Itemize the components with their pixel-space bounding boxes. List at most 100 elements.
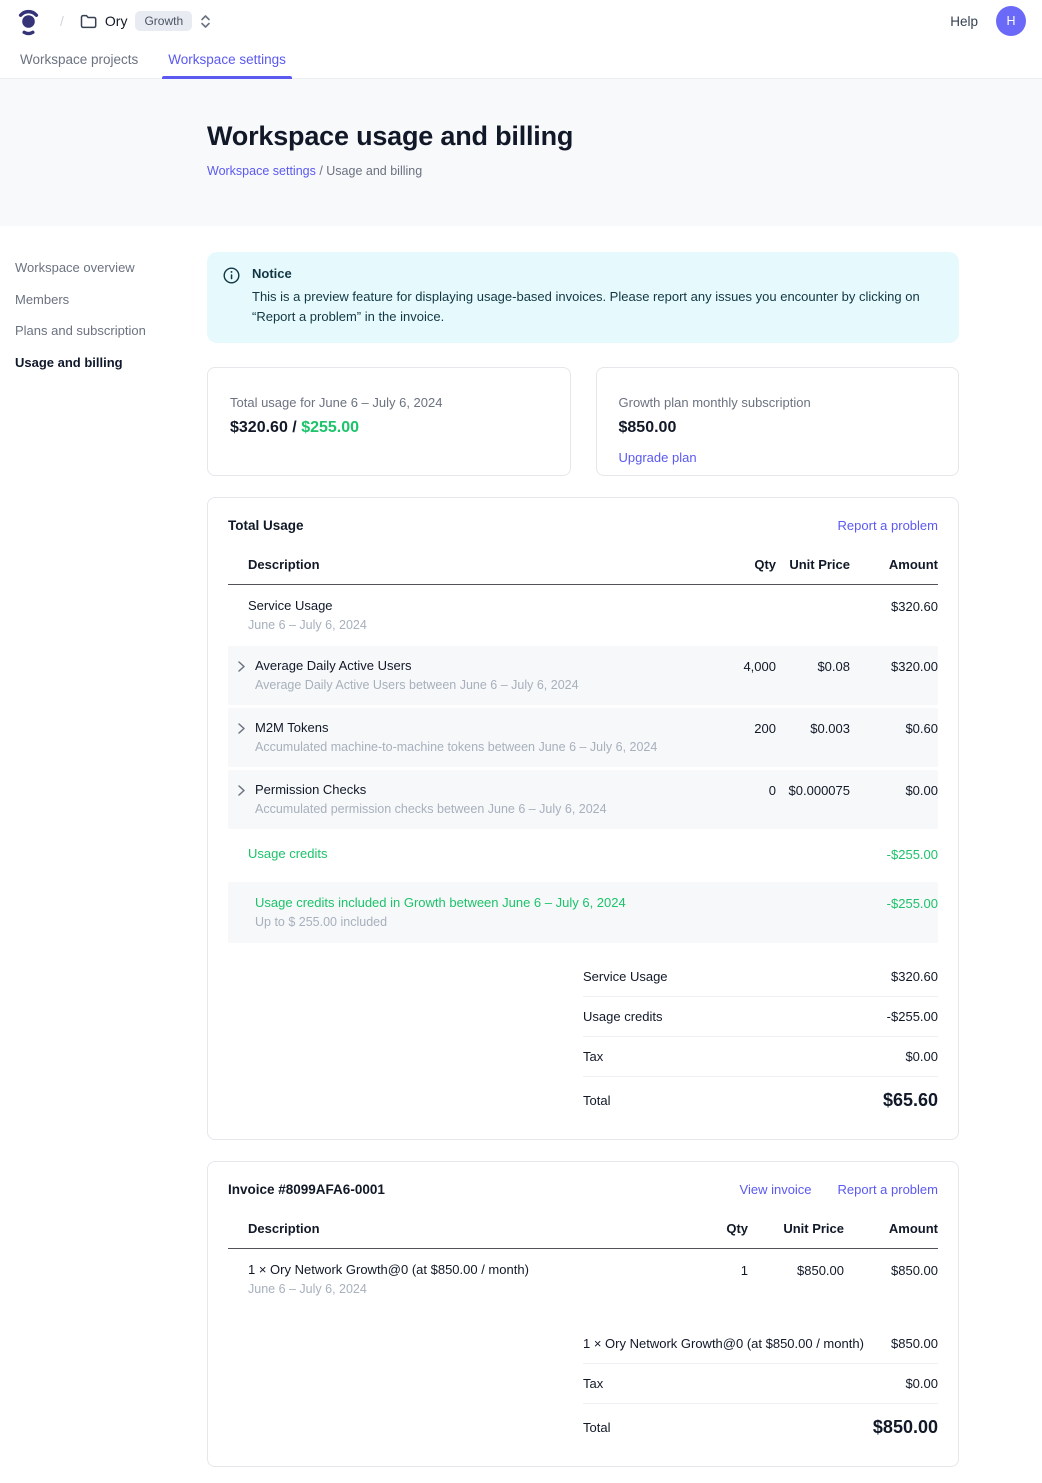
folder-icon bbox=[80, 14, 97, 29]
service-usage-row: Service Usage June 6 – July 6, 2024 $320… bbox=[228, 585, 938, 646]
summary-label: Tax bbox=[583, 1049, 603, 1064]
summary-label: Service Usage bbox=[583, 969, 668, 984]
summary-value: $0.00 bbox=[905, 1376, 938, 1391]
report-problem-link[interactable]: Report a problem bbox=[838, 1182, 938, 1197]
line-item-unit-price: $0.003 bbox=[776, 720, 850, 736]
workspace-tabs: Workspace projects Workspace settings bbox=[0, 42, 1042, 79]
chevron-right-icon bbox=[237, 784, 246, 816]
total-value: $850.00 bbox=[873, 1417, 938, 1438]
subscription-label: Growth plan monthly subscription bbox=[619, 395, 937, 410]
sidebar-item-usage-billing[interactable]: Usage and billing bbox=[15, 350, 197, 369]
col-description: Description bbox=[228, 1221, 698, 1236]
ory-logo-icon[interactable] bbox=[16, 6, 42, 36]
settings-sidebar: Workspace overview Members Plans and sub… bbox=[0, 226, 207, 1483]
summary-value: $0.00 bbox=[905, 1049, 938, 1064]
workspace-selector[interactable]: Ory Growth bbox=[80, 11, 211, 31]
invoice-summary: 1 × Ory Network Growth@0 (at $850.00 / m… bbox=[583, 1324, 938, 1442]
credits-detail-subtitle: Up to $ 255.00 included bbox=[255, 915, 850, 929]
chevron-right-icon bbox=[237, 722, 246, 754]
line-item-adau[interactable]: Average Daily Active Users Average Daily… bbox=[228, 646, 938, 705]
view-invoice-link[interactable]: View invoice bbox=[740, 1182, 812, 1197]
breadcrumb-current: / Usage and billing bbox=[316, 164, 422, 178]
total-usage-card: Total usage for June 6 – July 6, 2024 $3… bbox=[207, 367, 571, 476]
credits-detail-title: Usage credits included in Growth between… bbox=[255, 895, 850, 910]
total-usage-value: $320.60 / $255.00 bbox=[230, 419, 548, 437]
summary-label: 1 × Ory Network Growth@0 (at $850.00 / m… bbox=[583, 1336, 864, 1351]
report-problem-link[interactable]: Report a problem bbox=[838, 518, 938, 533]
table-header: Description Qty Unit Price Amount bbox=[228, 1207, 938, 1249]
invoice-card-title: Invoice #8099AFA6-0001 bbox=[228, 1182, 385, 1197]
user-avatar[interactable]: H bbox=[996, 6, 1026, 36]
usage-summary: Service Usage$320.60 Usage credits-$255.… bbox=[583, 957, 938, 1115]
summary-label: Tax bbox=[583, 1376, 603, 1391]
usage-invoice-card: Total Usage Report a problem Description… bbox=[207, 497, 959, 1140]
chevron-right-icon bbox=[237, 660, 246, 692]
notice-title: Notice bbox=[252, 266, 939, 281]
tab-workspace-projects[interactable]: Workspace projects bbox=[18, 42, 140, 78]
page-header: Workspace usage and billing Workspace se… bbox=[0, 79, 1042, 226]
row-title: 1 × Ory Network Growth@0 (at $850.00 / m… bbox=[248, 1262, 698, 1277]
plan-badge: Growth bbox=[135, 11, 192, 31]
usage-amount: $320.60 bbox=[230, 419, 288, 436]
total-usage-label: Total usage for June 6 – July 6, 2024 bbox=[230, 395, 548, 410]
selector-chevrons-icon bbox=[200, 14, 211, 29]
breadcrumb-separator: / bbox=[60, 13, 64, 29]
invoice-card: Invoice #8099AFA6-0001 View invoice Repo… bbox=[207, 1161, 959, 1467]
total-label: Total bbox=[583, 1420, 610, 1435]
row-amount: $320.60 bbox=[850, 598, 938, 614]
row-unit-price: $850.00 bbox=[748, 1262, 844, 1278]
invoice-line-row: 1 × Ory Network Growth@0 (at $850.00 / m… bbox=[228, 1249, 938, 1310]
line-item-amount: $0.00 bbox=[850, 782, 938, 798]
subscription-amount: $850.00 bbox=[619, 419, 937, 437]
total-label: Total bbox=[583, 1093, 610, 1108]
line-item-amount: $320.00 bbox=[850, 658, 938, 674]
usage-credits-row: Usage credits -$255.00 bbox=[228, 832, 938, 877]
workspace-name: Ory bbox=[105, 13, 128, 29]
summary-value: $320.60 bbox=[891, 969, 938, 984]
line-item-qty: 4,000 bbox=[680, 658, 776, 674]
notice-banner: Notice This is a preview feature for dis… bbox=[207, 252, 959, 343]
line-item-subtitle: Accumulated machine-to-machine tokens be… bbox=[255, 740, 657, 754]
page-title: Workspace usage and billing bbox=[207, 121, 1042, 152]
line-item-title: Permission Checks bbox=[255, 782, 607, 797]
summary-label: Usage credits bbox=[583, 1009, 662, 1024]
sidebar-item-plans-subscription[interactable]: Plans and subscription bbox=[15, 318, 197, 337]
line-item-title: Average Daily Active Users bbox=[255, 658, 579, 673]
row-title: Service Usage bbox=[248, 598, 680, 613]
usage-separator: / bbox=[288, 419, 301, 436]
credits-title: Usage credits bbox=[228, 846, 850, 861]
tab-workspace-settings[interactable]: Workspace settings bbox=[166, 42, 288, 78]
row-subtitle: June 6 – July 6, 2024 bbox=[248, 618, 680, 632]
col-unit-price: Unit Price bbox=[776, 557, 850, 572]
line-item-subtitle: Accumulated permission checks between Ju… bbox=[255, 802, 607, 816]
info-icon bbox=[223, 267, 240, 327]
subscription-card: Growth plan monthly subscription $850.00… bbox=[596, 367, 960, 476]
line-item-unit-price: $0.000075 bbox=[776, 782, 850, 798]
row-amount: $850.00 bbox=[844, 1262, 938, 1278]
credits-amount: -$255.00 bbox=[850, 846, 938, 862]
row-qty: 1 bbox=[698, 1262, 748, 1278]
total-value: $65.60 bbox=[883, 1090, 938, 1111]
line-item-permission-checks[interactable]: Permission Checks Accumulated permission… bbox=[228, 770, 938, 829]
sidebar-item-members[interactable]: Members bbox=[15, 287, 197, 306]
col-amount: Amount bbox=[850, 557, 938, 572]
breadcrumb-settings-link[interactable]: Workspace settings bbox=[207, 164, 316, 178]
upgrade-plan-link[interactable]: Upgrade plan bbox=[619, 450, 697, 465]
included-credit-amount: $255.00 bbox=[301, 419, 359, 436]
line-item-unit-price: $0.08 bbox=[776, 658, 850, 674]
col-description: Description bbox=[228, 557, 680, 572]
line-item-subtitle: Average Daily Active Users between June … bbox=[255, 678, 579, 692]
help-link[interactable]: Help bbox=[950, 14, 978, 29]
line-item-title: M2M Tokens bbox=[255, 720, 657, 735]
notice-body: This is a preview feature for displaying… bbox=[252, 287, 939, 327]
col-qty: Qty bbox=[680, 557, 776, 572]
breadcrumb: Workspace settings / Usage and billing bbox=[207, 164, 1042, 178]
table-header: Description Qty Unit Price Amount bbox=[228, 543, 938, 585]
col-amount: Amount bbox=[844, 1221, 938, 1236]
line-item-m2m-tokens[interactable]: M2M Tokens Accumulated machine-to-machin… bbox=[228, 708, 938, 767]
col-unit-price: Unit Price bbox=[748, 1221, 844, 1236]
sidebar-item-workspace-overview[interactable]: Workspace overview bbox=[15, 255, 197, 274]
line-item-qty: 0 bbox=[680, 782, 776, 798]
line-item-qty: 200 bbox=[680, 720, 776, 736]
summary-value: $850.00 bbox=[891, 1336, 938, 1351]
